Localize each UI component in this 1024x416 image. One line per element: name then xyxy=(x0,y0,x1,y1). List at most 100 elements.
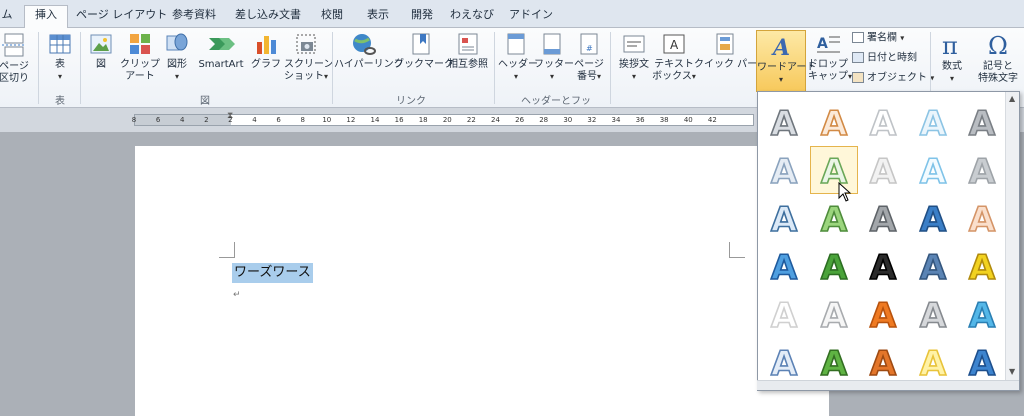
chevron-down-icon: ▾ xyxy=(549,72,554,81)
wordart-a-icon: A xyxy=(770,295,799,334)
wordart-style-blue-outline[interactable]: A xyxy=(760,194,808,242)
symbol-label2: 特殊文字 xyxy=(978,73,1018,84)
header-label: ヘッダー xyxy=(498,59,538,70)
table-label: 表 xyxy=(55,59,65,70)
wordart-style-blue-outline-2[interactable]: A xyxy=(760,338,808,386)
svg-text:A: A xyxy=(870,344,897,382)
wordart-style-orange-bold[interactable]: A xyxy=(859,290,907,338)
tab-view[interactable]: 表示 xyxy=(360,6,396,28)
chevron-down-icon: ▾ xyxy=(631,72,636,81)
wordart-style-silver-gradient[interactable]: A xyxy=(859,146,907,194)
wordart-style-blue-shadow[interactable]: A xyxy=(909,242,957,290)
wordart-style-gray-shadow[interactable]: A xyxy=(958,98,1006,146)
crossref-icon xyxy=(458,33,478,55)
clipart-button[interactable]: クリップ アート xyxy=(120,32,160,83)
wordart-style-yellow-glow[interactable]: A xyxy=(909,338,957,386)
footer-icon xyxy=(543,33,561,55)
hyperlink-button[interactable]: ハイパーリンク xyxy=(334,32,404,71)
ruler-tick-label: 6 xyxy=(155,116,161,124)
wordart-a-icon: A xyxy=(968,199,997,238)
equation-button[interactable]: π 数式 ▾ xyxy=(934,32,970,85)
symbol-button[interactable]: Ω 記号と 特殊文字 xyxy=(976,32,1020,85)
svg-text:A: A xyxy=(969,248,996,286)
wordart-style-cyan-reflect[interactable]: A xyxy=(958,290,1006,338)
wordart-style-green-bold[interactable]: A xyxy=(810,242,858,290)
quickparts-button[interactable]: クイック パーツ xyxy=(694,32,767,71)
wordart-gallery: AAAAAAAAAAAAAAAAAAAAAAAAAAAAAA ▲ ▼ xyxy=(757,91,1020,391)
wordart-style-blue-solid[interactable]: A xyxy=(909,194,957,242)
page-break-button[interactable]: ページ 区切り xyxy=(0,32,32,85)
wordart-style-blue-reflect[interactable]: A xyxy=(958,338,1006,386)
greeting-button[interactable]: 挨拶文 ▾ xyxy=(614,32,654,83)
svg-text:A: A xyxy=(771,35,790,59)
tab-home-partial[interactable]: ム xyxy=(0,6,14,28)
wordart-icon: A xyxy=(771,35,790,59)
scroll-up-icon[interactable]: ▲ xyxy=(1009,94,1015,103)
wordart-style-green-bold-2[interactable]: A xyxy=(810,338,858,386)
chevron-down-icon: ▾ xyxy=(324,72,329,81)
screenshot-button[interactable]: スクリーン ショット▾ xyxy=(284,32,334,83)
page-number-button[interactable]: # ページ 番号▾ xyxy=(572,32,606,83)
footer-button[interactable]: フッター ▾ xyxy=(534,32,574,83)
table-button[interactable]: 表 ▾ xyxy=(44,32,76,83)
wordart-style-light-gray-outline[interactable]: A xyxy=(859,98,907,146)
wordart-style-silver-outline[interactable]: A xyxy=(810,290,858,338)
bookmark-icon xyxy=(412,33,430,55)
scroll-down-icon[interactable]: ▼ xyxy=(1009,367,1015,376)
wordart-a-icon: A xyxy=(919,199,948,238)
wordart-style-light-blue-outline[interactable]: A xyxy=(909,98,957,146)
wordart-style-white-outline[interactable]: A xyxy=(760,290,808,338)
wordart-a-icon: A xyxy=(869,343,898,382)
gallery-scrollbar[interactable]: ▲ ▼ xyxy=(1005,92,1019,390)
wordart-style-gold-bold[interactable]: A xyxy=(958,242,1006,290)
wordart-a-icon: A xyxy=(919,247,948,286)
wordart-style-orange-outline[interactable]: A xyxy=(810,98,858,146)
tab-review[interactable]: 校閲 xyxy=(314,6,350,28)
wordart-style-light-blue-glow[interactable]: A xyxy=(909,146,957,194)
wordart-style-gray-outline[interactable]: A xyxy=(909,290,957,338)
wordart-style-orange-bevel[interactable]: A xyxy=(859,338,907,386)
tab-addins[interactable]: アドイン xyxy=(506,6,556,28)
wordart-a-icon: A xyxy=(869,199,898,238)
wordart-style-gray-soft[interactable]: A xyxy=(958,146,1006,194)
object-button[interactable]: オブジェクト ▾ xyxy=(852,72,934,85)
textbox-button[interactable]: A テキスト ボックス▾ xyxy=(652,32,696,83)
wordart-a-icon: A xyxy=(770,343,799,382)
selected-text[interactable]: ワーズワース xyxy=(232,263,313,283)
crossref-button[interactable]: 相互参照 xyxy=(446,32,490,71)
wordart-style-gray-metal[interactable]: A xyxy=(859,194,907,242)
chevron-down-icon: ▾ xyxy=(513,72,518,81)
dropcap-button[interactable]: A ドロップ キャップ▾ xyxy=(808,32,852,83)
picture-button[interactable]: 図 xyxy=(86,32,116,71)
wordart-style-black-glow[interactable]: A xyxy=(859,242,907,290)
shapes-button[interactable]: 図形 ▾ xyxy=(162,32,192,83)
textbox-label2: ボックス xyxy=(652,71,692,82)
wordart-style-peach-outline[interactable]: A xyxy=(958,194,1006,242)
signature-icon xyxy=(852,32,864,43)
wordart-style-plain-gray[interactable]: A xyxy=(760,98,808,146)
svg-text:A: A xyxy=(771,296,798,334)
svg-text:π: π xyxy=(942,32,958,58)
tab-mailings[interactable]: 差し込み文書 xyxy=(230,6,306,28)
tab-waenavi[interactable]: わえなび xyxy=(448,6,496,28)
dropcap-icon: A xyxy=(817,36,840,53)
svg-text:A: A xyxy=(870,296,897,334)
tab-insert[interactable]: 挿入 xyxy=(24,5,68,29)
equation-label: 数式 xyxy=(942,61,962,72)
wordart-style-blue-bold[interactable]: A xyxy=(760,242,808,290)
mouse-pointer-icon xyxy=(838,182,852,202)
tab-references[interactable]: 参考資料 xyxy=(166,6,222,28)
wordart-style-blue-gray-outline[interactable]: A xyxy=(760,146,808,194)
chart-button[interactable]: グラフ xyxy=(250,32,282,71)
bookmark-button[interactable]: ブックマーク xyxy=(394,32,454,71)
smartart-button[interactable]: SmartArt xyxy=(196,32,246,71)
signature-line-button[interactable]: 署名欄 ▾ xyxy=(852,32,904,45)
svg-text:A: A xyxy=(870,152,897,190)
tab-developer[interactable]: 開発 xyxy=(404,6,440,28)
datetime-button[interactable]: 日付と時刻 xyxy=(852,52,917,65)
header-button[interactable]: ヘッダー ▾ xyxy=(498,32,538,83)
tab-page-layout[interactable]: ページ レイアウト xyxy=(76,6,167,28)
wordart-button[interactable]: A ワードアート ▾ xyxy=(756,30,816,92)
gallery-resize-grip[interactable] xyxy=(757,380,1019,390)
svg-text:A: A xyxy=(870,104,897,142)
